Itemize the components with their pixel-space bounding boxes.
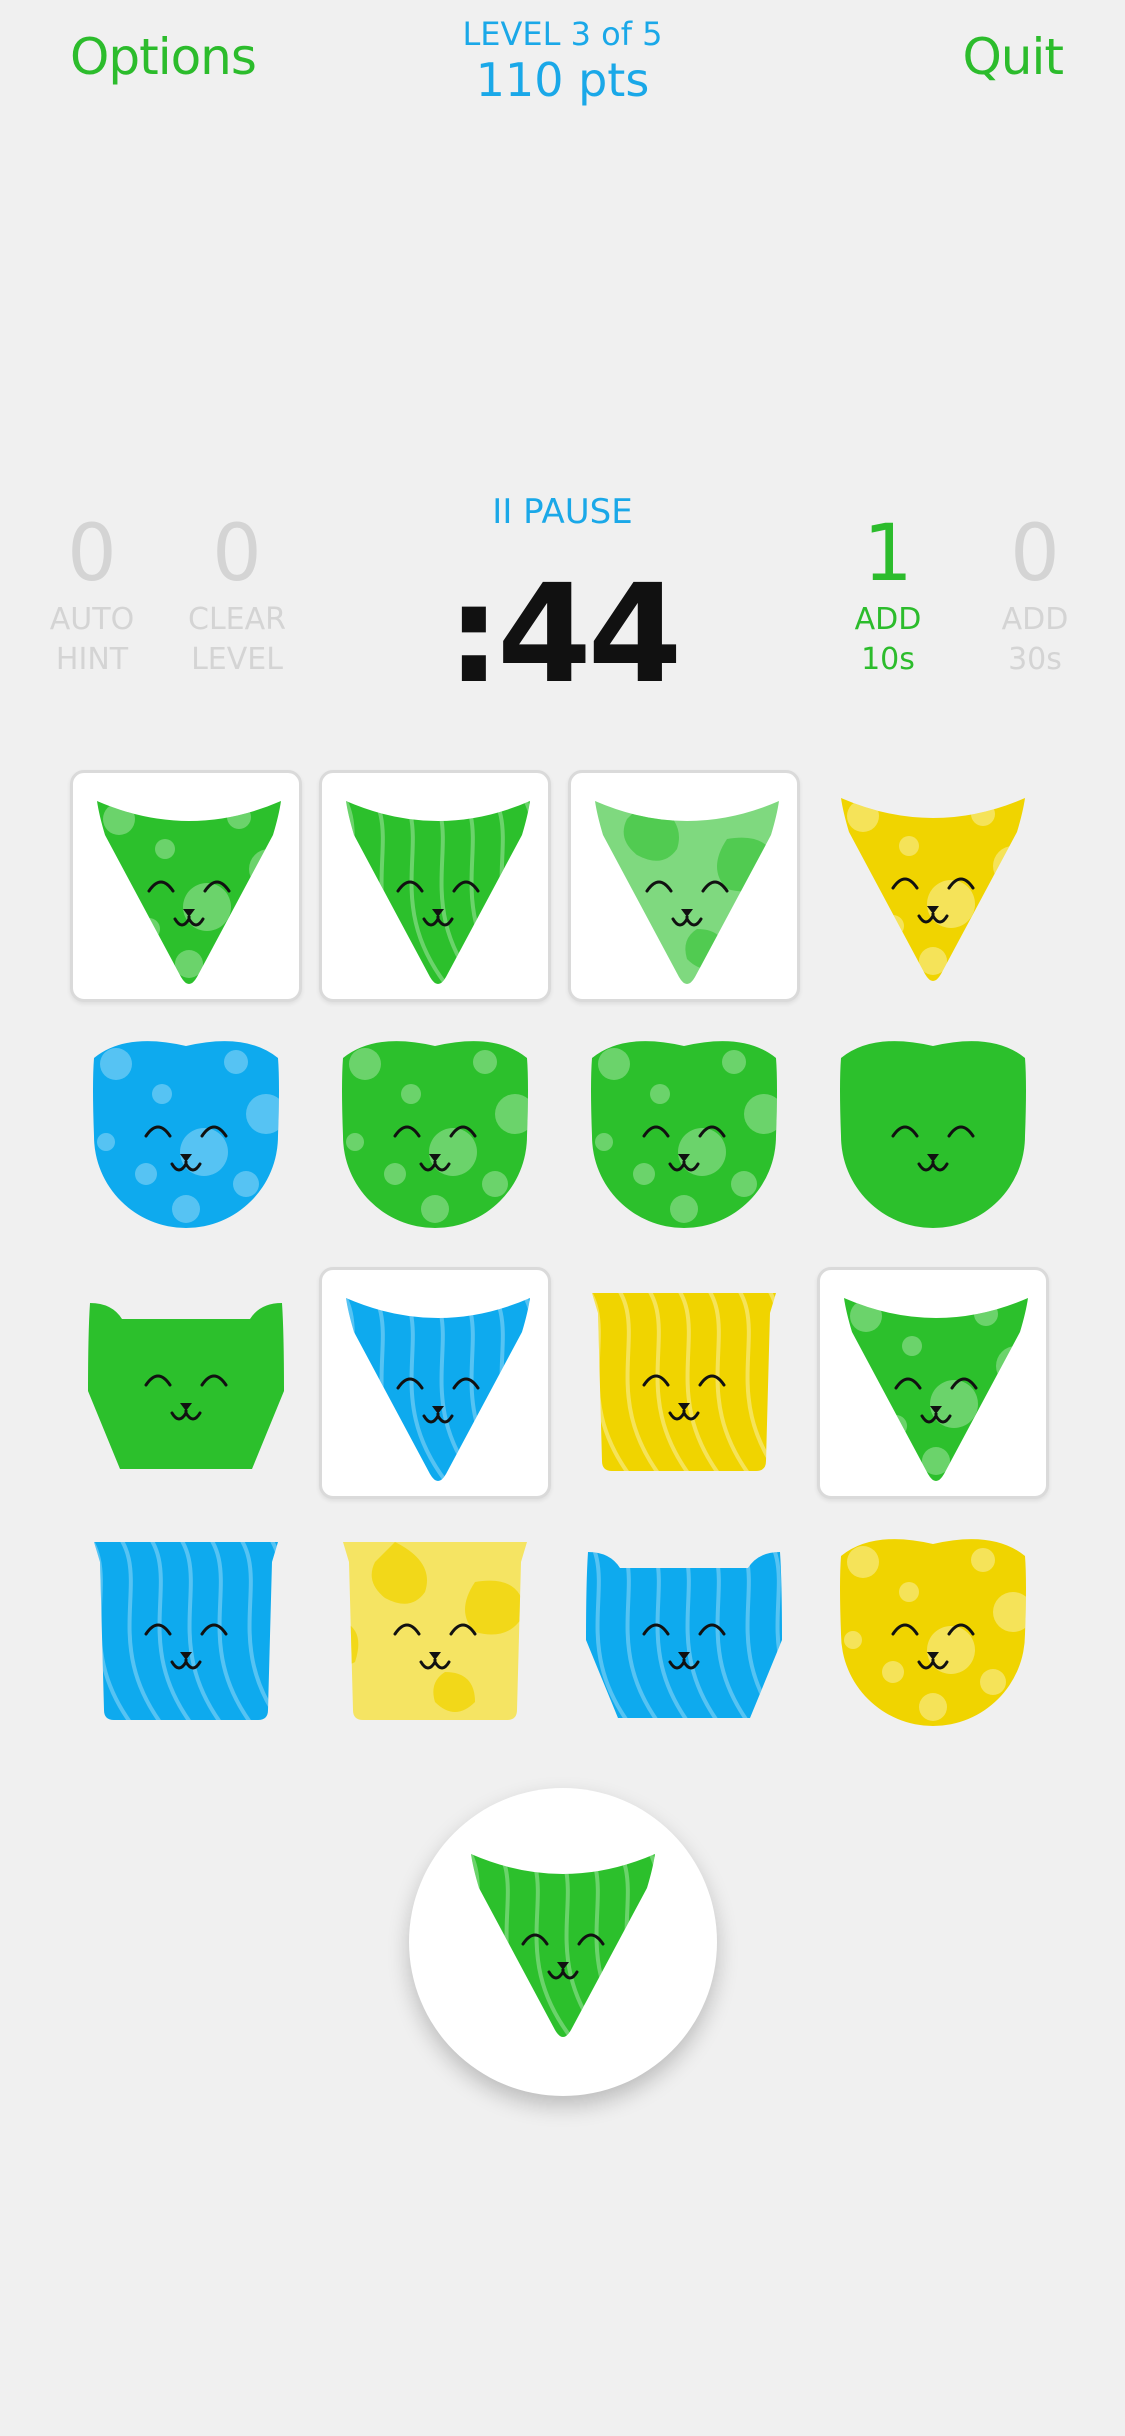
cat-face-icon bbox=[93, 1041, 279, 1228]
cat-face-icon bbox=[840, 1041, 1026, 1228]
cat-face-icon bbox=[844, 1298, 1028, 1481]
powerup-count: 0 bbox=[212, 509, 262, 599]
powerup-label: ADD bbox=[854, 602, 922, 637]
powerup-add-30s[interactable]: 0 ADD 30s bbox=[955, 508, 1115, 680]
level-text: LEVEL 3 of 5 bbox=[462, 15, 663, 53]
powerup-label: HINT bbox=[55, 642, 129, 677]
cat-tile[interactable] bbox=[70, 1018, 302, 1250]
powerup-count: 0 bbox=[1010, 509, 1060, 599]
cat-face-icon bbox=[592, 1293, 776, 1471]
cat-tile[interactable] bbox=[319, 1018, 551, 1250]
cat-tile[interactable] bbox=[70, 1516, 302, 1748]
cat-tile[interactable] bbox=[319, 1267, 551, 1499]
powerup-clear-level[interactable]: 0 CLEAR LEVEL bbox=[157, 508, 317, 680]
cat-face-icon bbox=[97, 801, 281, 984]
level-info: LEVEL 3 of 5 110 pts bbox=[0, 14, 1125, 106]
powerup-add-10s[interactable]: 1 ADD 10s bbox=[808, 508, 968, 680]
cat-tile[interactable] bbox=[817, 1267, 1049, 1499]
powerup-count: 0 bbox=[67, 509, 117, 599]
cat-face-icon bbox=[841, 798, 1025, 981]
cat-face-icon bbox=[346, 801, 530, 984]
cat-tile[interactable] bbox=[319, 1516, 551, 1748]
powerup-count: 1 bbox=[863, 509, 913, 599]
cat-tile[interactable] bbox=[70, 1267, 302, 1499]
powerup-label: AUTO bbox=[49, 602, 135, 637]
cat-tile[interactable] bbox=[568, 1516, 800, 1748]
cat-face-icon bbox=[88, 1303, 284, 1469]
cat-tile[interactable] bbox=[568, 1018, 800, 1250]
cat-face-icon bbox=[586, 1552, 782, 1718]
powerup-label: ADD bbox=[1001, 602, 1069, 637]
powerup-auto-hint[interactable]: 0 AUTO HINT bbox=[12, 508, 172, 680]
cat-face-icon bbox=[343, 1542, 527, 1720]
cat-tile[interactable] bbox=[817, 770, 1049, 1002]
cat-tile[interactable] bbox=[568, 1267, 800, 1499]
cat-tile[interactable] bbox=[70, 770, 302, 1002]
cat-face-icon bbox=[595, 801, 779, 984]
current-piece-slot[interactable] bbox=[409, 1788, 717, 2096]
cat-tile[interactable] bbox=[817, 1018, 1049, 1250]
cat-tile[interactable] bbox=[817, 1516, 1049, 1748]
cat-tile[interactable] bbox=[319, 770, 551, 1002]
cat-face-icon bbox=[840, 1539, 1026, 1726]
powerup-label: LEVEL bbox=[191, 642, 283, 677]
powerup-label: 30s bbox=[1008, 642, 1062, 677]
cat-face-icon bbox=[342, 1041, 528, 1228]
cat-face-icon bbox=[94, 1542, 278, 1720]
current-cat-piece-icon bbox=[471, 1854, 655, 2037]
powerup-label: 10s bbox=[861, 642, 915, 677]
cat-tile[interactable] bbox=[568, 770, 800, 1002]
powerup-label: CLEAR bbox=[188, 602, 286, 637]
cat-face-icon bbox=[346, 1298, 530, 1481]
cat-face-icon bbox=[591, 1041, 777, 1228]
points-text: 110 pts bbox=[475, 53, 650, 107]
quit-button[interactable]: Quit bbox=[962, 28, 1064, 86]
